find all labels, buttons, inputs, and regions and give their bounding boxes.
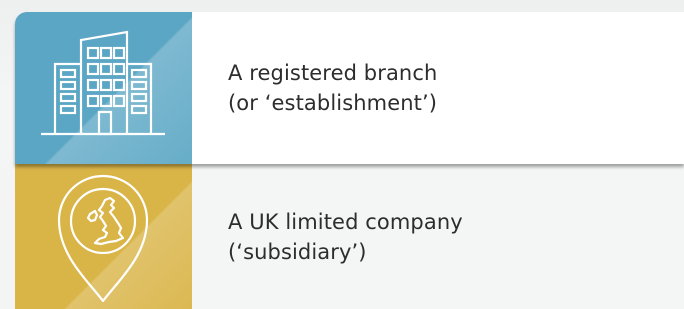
subsidiary-text-panel: A UK limited company (‘subsidiary’) xyxy=(192,164,684,309)
branch-label-line-1: A registered branch xyxy=(228,61,438,85)
branch-label-line-2: (or ‘establishment’) xyxy=(228,91,438,115)
subsidiary-label-line-1: A UK limited company xyxy=(228,209,463,234)
office-building-icon xyxy=(41,30,165,136)
branch-label: A registered branch (or ‘establishment’) xyxy=(228,58,437,118)
business-structure-options: A registered branch (or ‘establishment’) xyxy=(0,0,684,309)
subsidiary-icon-tile xyxy=(15,164,192,309)
subsidiary-label-line-2: (‘subsidiary’) xyxy=(228,239,367,264)
branch-icon-tile xyxy=(15,12,192,164)
uk-map-location-pin-icon xyxy=(57,174,149,303)
option-registered-branch: A registered branch (or ‘establishment’) xyxy=(15,12,684,164)
subsidiary-label: A UK limited company (‘subsidiary’) xyxy=(228,207,463,267)
branch-text-panel: A registered branch (or ‘establishment’) xyxy=(192,12,684,164)
option-uk-limited-company: A UK limited company (‘subsidiary’) xyxy=(15,164,684,309)
